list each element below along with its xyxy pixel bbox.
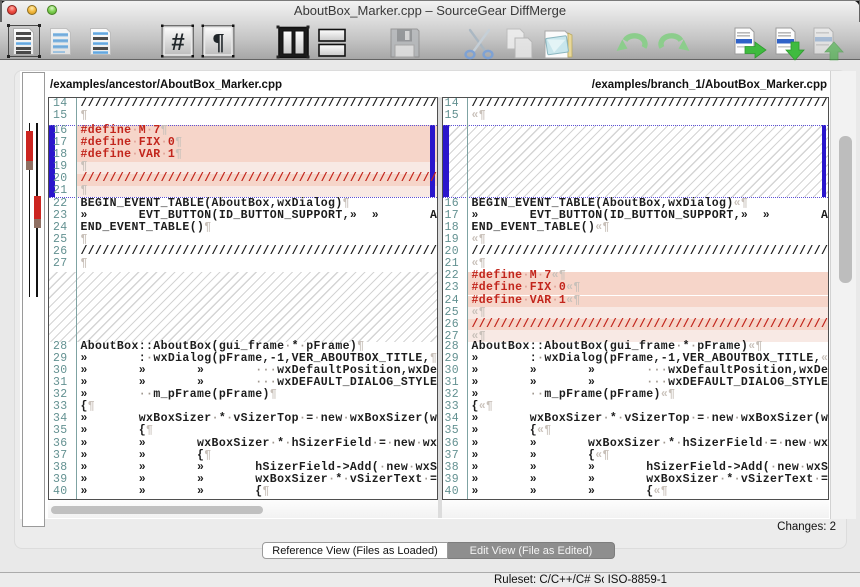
svg-text:#: # bbox=[171, 29, 184, 56]
svg-text:¶: ¶ bbox=[212, 30, 224, 55]
